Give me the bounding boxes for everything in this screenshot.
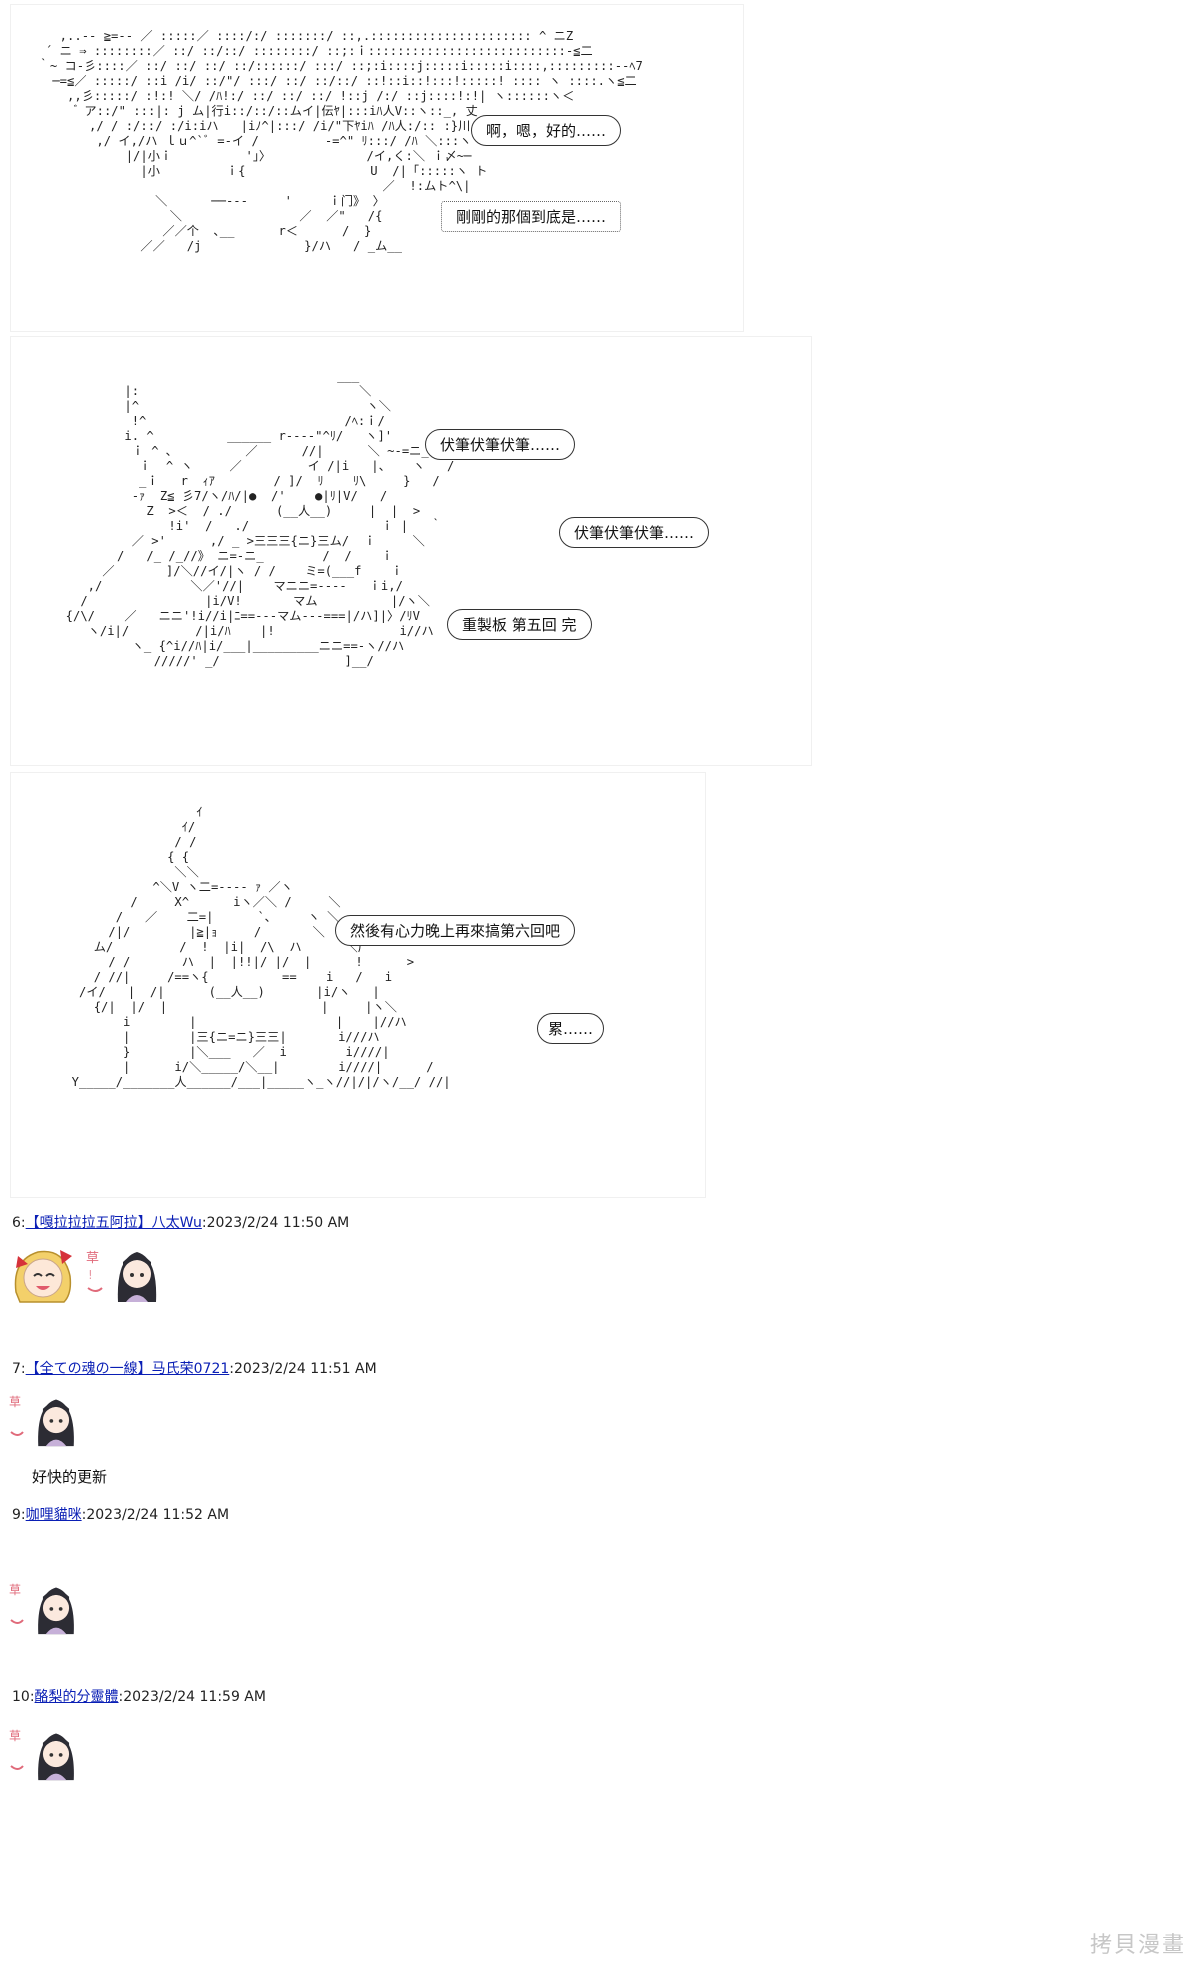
speech-bubble: 累……	[537, 1013, 605, 1044]
post-header: 6:【嘎拉拉拉五阿拉】八太Wu:2023/2/24 11:50 AM	[12, 1215, 350, 1231]
speech-bubble: 然後有心力晚上再來搞第六回吧	[335, 915, 576, 946]
post-stamps: 草	[8, 1726, 78, 1782]
sticker-icon: 草	[9, 1729, 24, 1770]
svg-text:!: !	[88, 1268, 93, 1282]
speech-bubble: 伏筆伏筆伏筆……	[559, 517, 710, 548]
aa-panel-2: ___ |: ＼ |^ ヽ＼ !^ /ﾍ:ｉ/ i. ^ ______ r---…	[10, 336, 812, 766]
ascii-art-2: ___ |: ＼ |^ ヽ＼ !^ /ﾍ:ｉ/ i. ^ ______ r---…	[65, 369, 455, 668]
post-stamps: 草	[8, 1580, 78, 1636]
post-stamps: 草	[8, 1392, 78, 1448]
dark-hair-girl-icon	[38, 1399, 74, 1447]
dark-hair-girl-icon	[38, 1587, 74, 1635]
ascii-art-3: ｲ ｲ/ / / { { ＼＼ ^＼V ヽ二=---- ｧ ／ヽ / X^ iヽ…	[71, 805, 451, 1089]
post-number: 7	[12, 1361, 21, 1377]
site-watermark: 拷貝漫畫	[1089, 1933, 1186, 1958]
post-stamps: 草 !	[8, 1242, 160, 1304]
dark-hair-girl-icon	[117, 1252, 157, 1302]
post-number: 6	[12, 1215, 21, 1231]
speech-bubble: 重製板 第五回 完	[447, 609, 592, 640]
sticker-icon: 草	[9, 1583, 24, 1624]
post-body-text: 好快的更新	[32, 1468, 108, 1486]
post-username-link[interactable]: 【嘎拉拉拉五阿拉】八太Wu	[26, 1215, 202, 1231]
sticker-icon: 草	[9, 1395, 24, 1436]
post-header: 10:酪梨的分靈體:2023/2/24 11:59 AM	[12, 1689, 266, 1705]
svg-text:草: 草	[9, 1729, 21, 1743]
post-number: 10	[12, 1689, 30, 1705]
post-timestamp: 2023/2/24 11:50 AM	[206, 1215, 350, 1231]
speech-bubble: 伏筆伏筆伏筆……	[425, 429, 576, 460]
speech-bubble: 啊，嗯，好的……	[471, 115, 622, 146]
svg-text:草: 草	[9, 1583, 21, 1597]
post-timestamp: 2023/2/24 11:51 AM	[234, 1361, 377, 1377]
post-username-link[interactable]: 【全ての魂の一線】马氏荣0721	[26, 1361, 230, 1377]
post-header: 7:【全ての魂の一線】马氏荣0721:2023/2/24 11:51 AM	[12, 1361, 377, 1377]
post-timestamp: 2023/2/24 11:59 AM	[123, 1689, 266, 1705]
dark-hair-girl-icon	[38, 1733, 74, 1781]
sticker-icon: 草 !	[86, 1251, 103, 1292]
aa-panel-1: ,..-- ≧=-- ／ :::::／ ::::/:/ :::::::/ ::,…	[10, 4, 744, 332]
svg-text:草: 草	[9, 1395, 21, 1409]
aa-panel-3: ｲ ｲ/ / / { { ＼＼ ^＼V ヽ二=---- ｧ ／ヽ / X^ iヽ…	[10, 772, 706, 1198]
thought-bubble: 剛剛的那個到底是……	[441, 201, 622, 232]
blonde-girl-icon	[14, 1250, 72, 1303]
post-timestamp: 2023/2/24 11:52 AM	[86, 1507, 230, 1523]
post-number: 9	[12, 1507, 21, 1523]
post-username-link[interactable]: 咖哩貓咪	[26, 1507, 82, 1523]
svg-text:草: 草	[86, 1251, 99, 1266]
post-username-link[interactable]: 酪梨的分靈體	[35, 1689, 119, 1705]
post-header: 9:咖哩貓咪:2023/2/24 11:52 AM	[12, 1507, 230, 1523]
